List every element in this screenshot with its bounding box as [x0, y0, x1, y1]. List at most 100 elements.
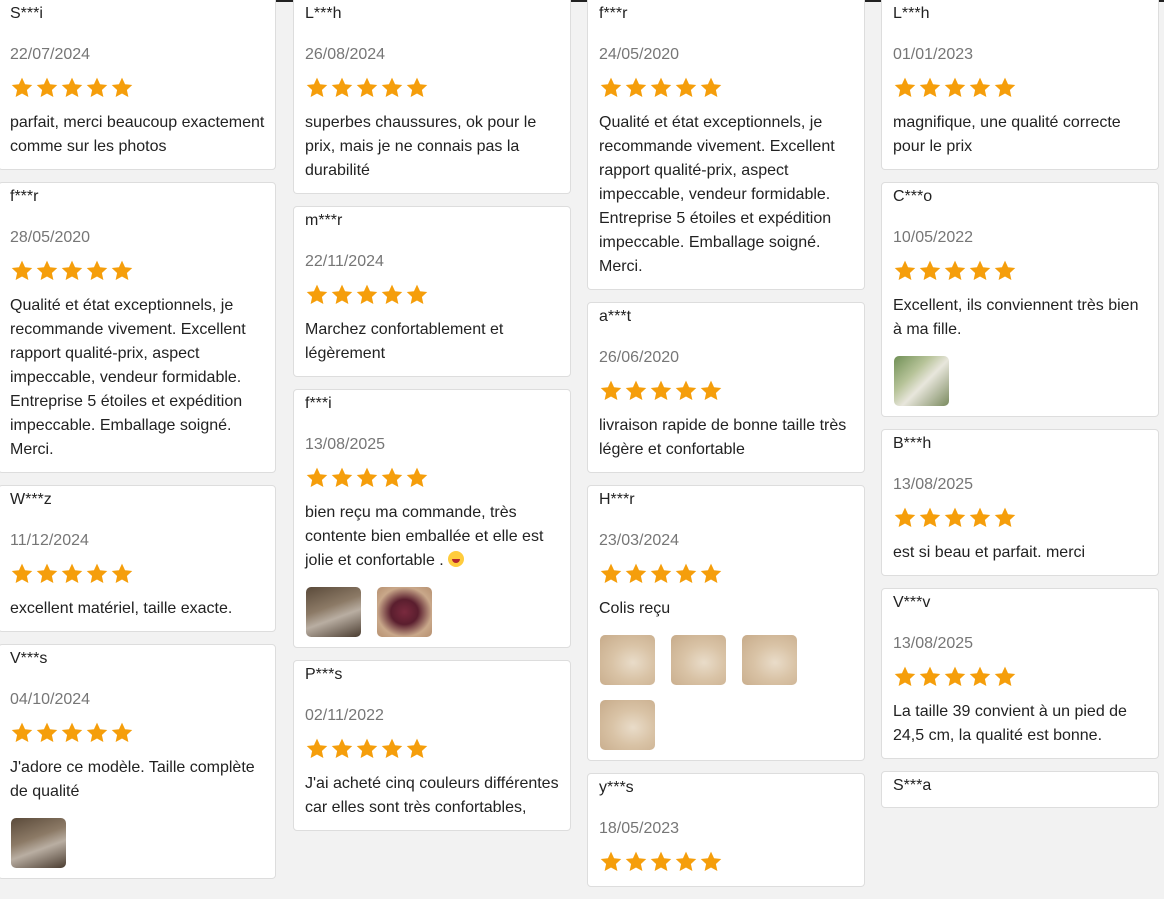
star-rating [305, 466, 560, 492]
review-column: S***i 22/07/2024 parfait, merci beaucoup e… [0, 0, 276, 891]
review-text-content: Qualité et état exceptionnels, je recomm… [599, 114, 835, 275]
smiley-emoji-icon [448, 551, 465, 567]
star-icon [599, 76, 623, 100]
review-photo-thumbnail[interactable] [742, 635, 797, 685]
review-card: m***r 22/11/2024 Marchez confortablement e… [293, 206, 571, 377]
star-icon [330, 283, 354, 307]
star-icon [355, 76, 379, 100]
review-text-content: excellent matériel, taille exacte. [10, 600, 233, 617]
reviewer-name: L***h [893, 5, 930, 22]
star-icon [699, 562, 723, 586]
star-icon [624, 562, 648, 586]
star-rating [305, 737, 560, 763]
review-date: 13/08/2025 [305, 436, 386, 453]
review-card: H***r 23/03/2024 Colis reçu [587, 485, 865, 761]
reviewer-name: y***s [599, 779, 634, 796]
star-icon [60, 562, 84, 586]
star-icon [699, 850, 723, 874]
review-photo-thumbnail[interactable] [600, 700, 655, 750]
reviewer-name: f***i [305, 395, 332, 412]
star-icon [968, 506, 992, 530]
star-rating [10, 562, 265, 588]
star-icon [624, 76, 648, 100]
star-icon [649, 379, 673, 403]
review-photo-thumbnail[interactable] [11, 818, 66, 868]
star-icon [993, 506, 1017, 530]
star-icon [968, 259, 992, 283]
reviewer-name: S***i [10, 5, 43, 22]
review-card: C***o 10/05/2022 Excellent, ils conviennen… [881, 182, 1159, 417]
star-icon [355, 283, 379, 307]
review-date: 22/07/2024 [10, 46, 91, 63]
star-icon [968, 76, 992, 100]
star-icon [993, 259, 1017, 283]
review-text-content: J'adore ce modèle. Taille complète de qu… [10, 759, 255, 800]
star-icon [405, 76, 429, 100]
star-icon [993, 76, 1017, 100]
star-icon [110, 259, 134, 283]
star-rating [10, 721, 265, 747]
star-icon [893, 259, 917, 283]
star-icon [305, 283, 329, 307]
reviewer-name: m***r [305, 212, 343, 229]
review-photo-thumbnail[interactable] [600, 635, 655, 685]
review-card: L***h 01/01/2023 magnifique, une qualité c… [881, 0, 1159, 170]
review-date: 18/05/2023 [599, 820, 680, 837]
star-icon [60, 259, 84, 283]
star-icon [674, 562, 698, 586]
review-photos [306, 587, 560, 637]
review-photo-thumbnail[interactable] [306, 587, 361, 637]
star-icon [943, 665, 967, 689]
star-icon [943, 76, 967, 100]
star-icon [674, 379, 698, 403]
review-text: Marchez confortablement et légèrement [305, 318, 560, 366]
review-card: f***r 24/05/2020 Qualité et état exception… [587, 0, 865, 290]
review-card: S***a [881, 771, 1159, 808]
star-icon [405, 466, 429, 490]
star-icon [305, 76, 329, 100]
star-icon [380, 466, 404, 490]
review-text: livraison rapide de bonne taille très lé… [599, 414, 854, 462]
star-icon [649, 76, 673, 100]
star-icon [649, 562, 673, 586]
star-icon [330, 76, 354, 100]
review-text-content: Colis reçu [599, 600, 671, 617]
star-icon [380, 283, 404, 307]
star-icon [85, 562, 109, 586]
review-text: Qualité et état exceptionnels, je recomm… [10, 294, 265, 462]
star-icon [893, 506, 917, 530]
review-column: L***h 01/01/2023 magnifique, une qualité c… [881, 0, 1159, 820]
reviewer-name: f***r [10, 188, 39, 205]
star-rating [893, 506, 1148, 532]
star-icon [599, 562, 623, 586]
reviewer-name: B***h [893, 435, 932, 452]
review-card: a***t 26/06/2020 livraison rapide de bonne… [587, 302, 865, 473]
review-text-content: Excellent, ils conviennent très bien à m… [893, 297, 1139, 338]
review-text-content: est si beau et parfait. merci [893, 544, 1086, 561]
review-date: 28/05/2020 [10, 229, 91, 246]
reviewer-name: L***h [305, 5, 342, 22]
review-date: 22/11/2024 [305, 253, 384, 270]
review-photo-thumbnail[interactable] [671, 635, 726, 685]
reviewer-name: V***v [893, 594, 931, 611]
review-photo-thumbnail[interactable] [894, 356, 949, 406]
review-date: 10/05/2022 [893, 229, 974, 246]
star-icon [918, 76, 942, 100]
reviewer-name: V***s [10, 650, 48, 667]
star-rating [893, 665, 1148, 691]
review-date: 13/08/2025 [893, 635, 974, 652]
review-text: parfait, merci beaucoup exactement comme… [10, 111, 265, 159]
review-date: 26/08/2024 [305, 46, 386, 63]
review-card: V***v 13/08/2025 La taille 39 convient à u… [881, 588, 1159, 759]
review-photo-thumbnail[interactable] [377, 587, 432, 637]
star-icon [60, 721, 84, 745]
star-icon [330, 466, 354, 490]
review-text: La taille 39 convient à un pied de 24,5 … [893, 700, 1148, 748]
star-icon [943, 259, 967, 283]
review-text: Colis reçu [599, 597, 854, 621]
reviewer-name: C***o [893, 188, 933, 205]
star-icon [10, 76, 34, 100]
star-icon [599, 850, 623, 874]
reviewer-name: W***z [10, 491, 52, 508]
star-icon [330, 737, 354, 761]
